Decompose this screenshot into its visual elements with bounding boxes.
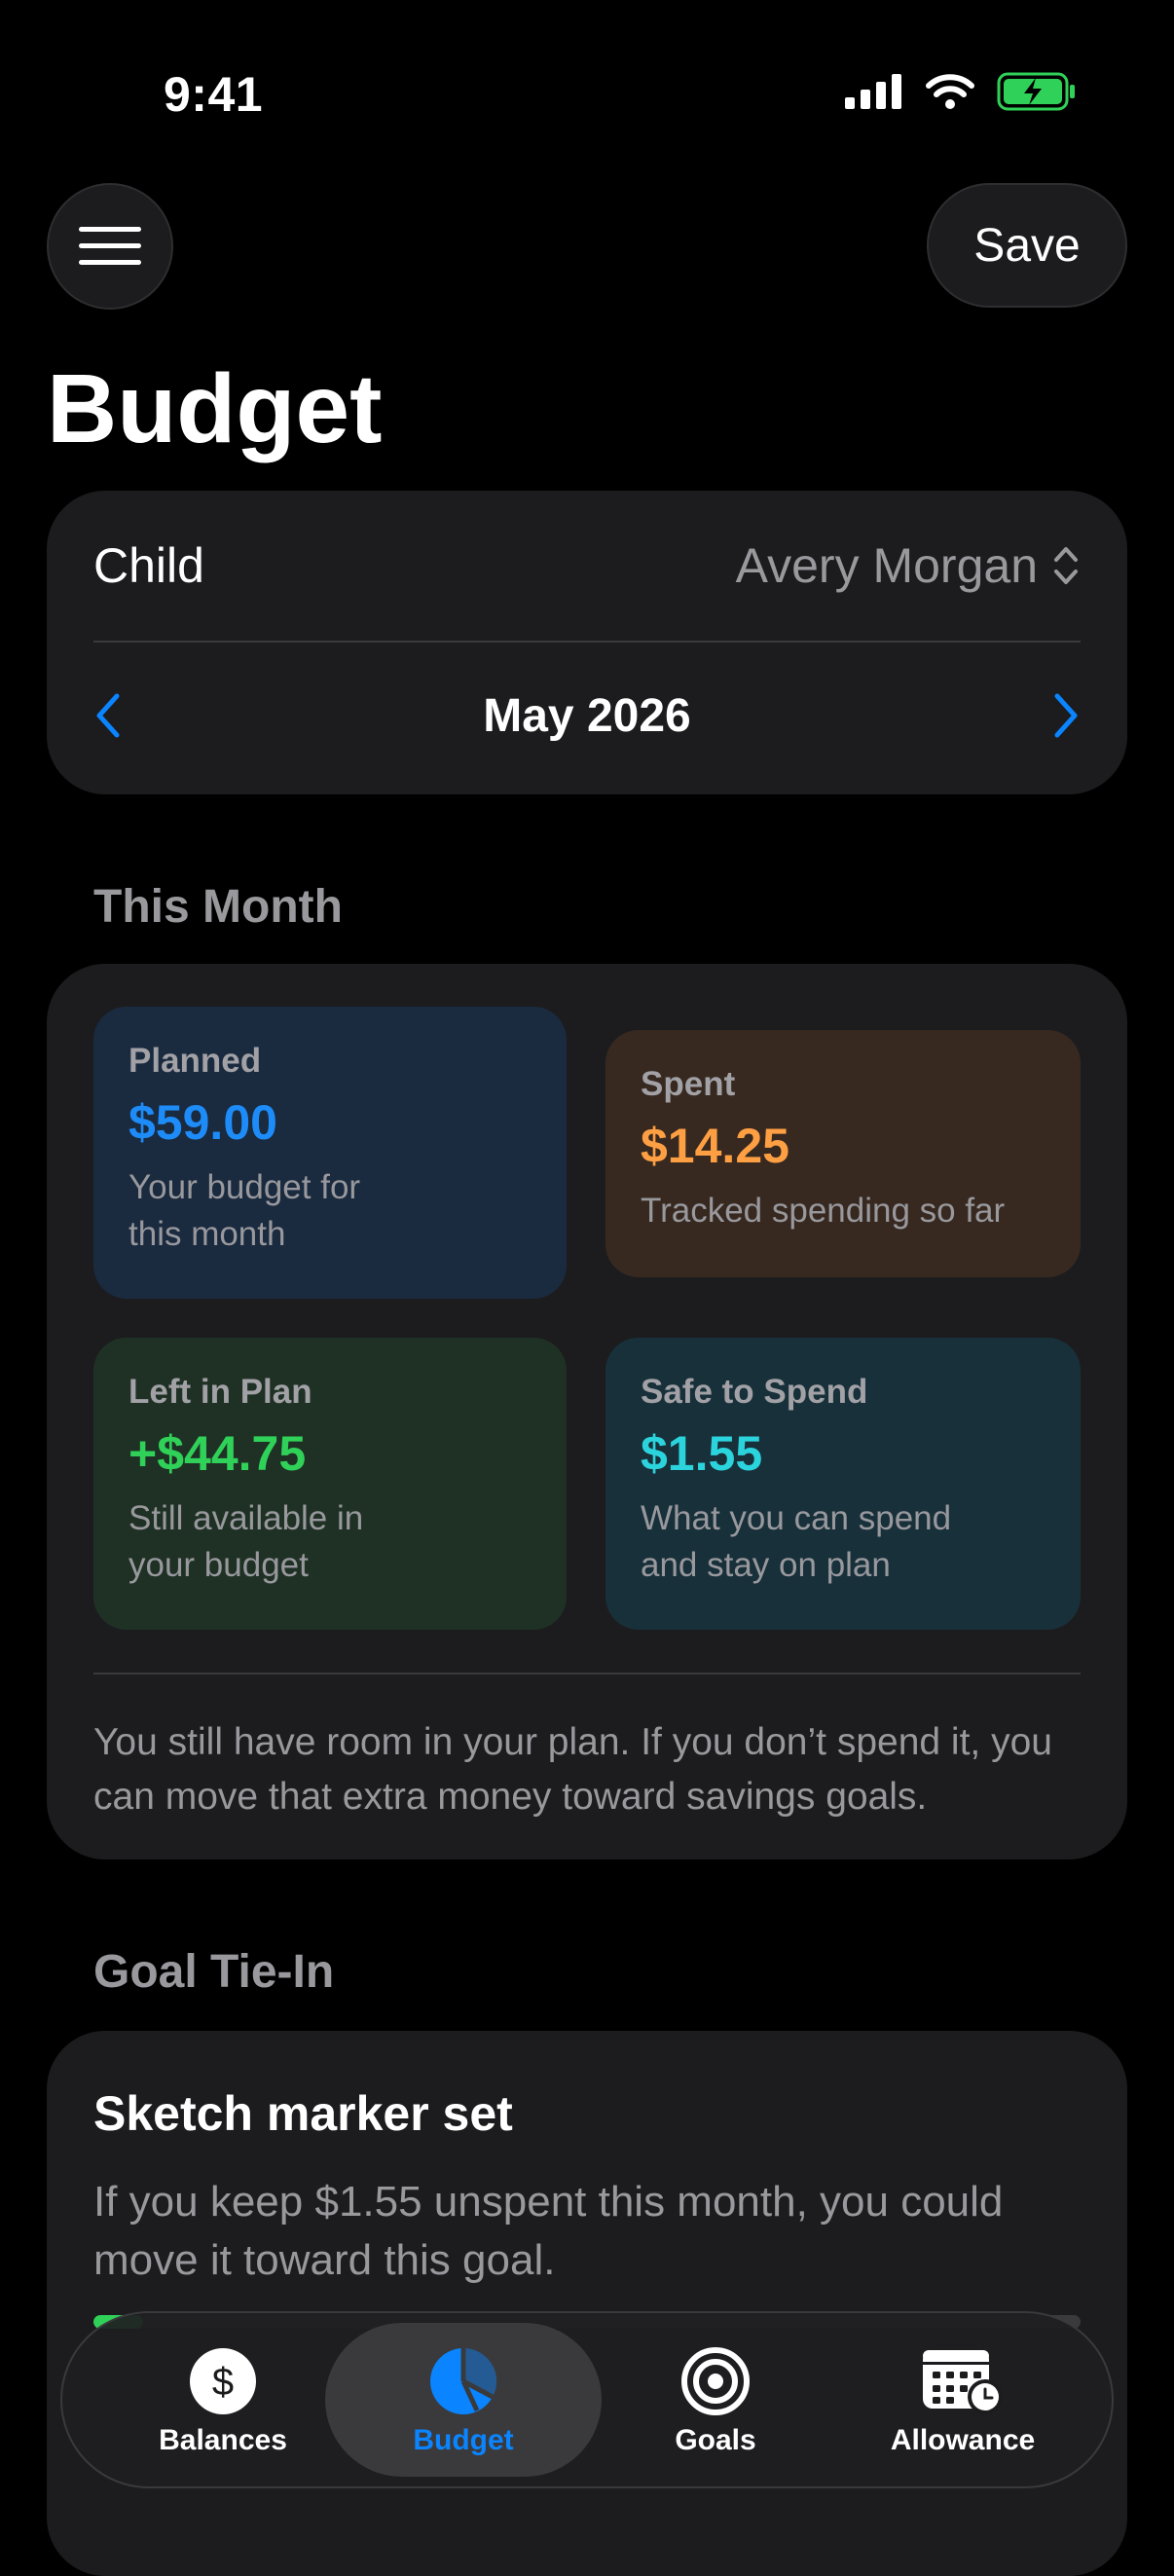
target-icon <box>681 2347 750 2415</box>
spent-value: $14.25 <box>641 1119 789 1173</box>
spent-tile: Spent $14.25 Tracked spending so far <box>605 1030 1081 1277</box>
safe-to-spend-desc: What you can spend and stay on plan <box>641 1499 952 1584</box>
goal-description: If you keep $1.55 unspent this month, yo… <box>93 2178 1004 2284</box>
section-title-goal-tie-in: Goal Tie-In <box>93 1946 335 1998</box>
tab-balances[interactable]: $ Balances <box>92 2323 354 2477</box>
status-time: 9:41 <box>164 67 264 122</box>
planned-label: Planned <box>128 1042 262 1080</box>
dollar-circle-icon: $ <box>190 2348 256 2414</box>
spent-desc: Tracked spending so far <box>641 1192 1006 1230</box>
section-title-this-month: This Month <box>93 881 343 933</box>
left-in-plan-value: +$44.75 <box>128 1426 307 1481</box>
month-label: May 2026 <box>483 690 691 742</box>
safe-to-spend-tile: Safe to Spend $1.55 What you can spend a… <box>605 1338 1081 1630</box>
tab-bar: $ Balances Budget Goals Allowance <box>60 2311 1114 2488</box>
tab-label: Goals <box>675 2424 756 2456</box>
child-picker-value: Avery Morgan <box>735 538 1038 593</box>
chevron-up-down-icon <box>1054 547 1078 584</box>
tab-budget[interactable]: Budget <box>325 2323 602 2477</box>
child-picker[interactable]: Avery Morgan <box>736 537 1081 594</box>
left-in-plan-desc: Still available in your budget <box>128 1499 364 1584</box>
safe-to-spend-value: $1.55 <box>641 1426 763 1481</box>
child-month-selector-card: Child Avery Morgan May 2026 <box>47 491 1127 794</box>
tab-allowance[interactable]: Allowance <box>831 2323 1094 2477</box>
tab-label: Allowance <box>890 2424 1036 2456</box>
divider <box>93 641 1081 643</box>
svg-text:$: $ <box>212 2361 234 2404</box>
save-button[interactable]: Save <box>927 183 1127 308</box>
hamburger-menu-icon <box>79 227 141 265</box>
cellular-signal-icon <box>845 74 901 109</box>
page-title: Budget <box>47 354 383 463</box>
planned-tile: Planned $59.00 Your budget for this mont… <box>93 1007 567 1299</box>
this-month-note: You still have room in your plan. If you… <box>93 1721 1052 1818</box>
goal-card[interactable]: Sketch marker set If you keep $1.55 unsp… <box>47 2031 1127 2576</box>
chevron-right-icon <box>1054 693 1078 738</box>
battery-charging-icon <box>997 72 1075 111</box>
status-icons <box>845 72 1077 111</box>
safe-to-spend-label: Safe to Spend <box>641 1373 868 1411</box>
previous-month-button[interactable] <box>93 691 123 745</box>
left-in-plan-label: Left in Plan <box>128 1373 312 1411</box>
child-label: Child <box>93 538 204 593</box>
menu-button[interactable] <box>47 183 173 310</box>
chevron-left-icon <box>96 693 120 738</box>
wifi-icon <box>926 74 974 109</box>
divider <box>93 1673 1081 1674</box>
goal-title: Sketch marker set <box>93 2086 513 2141</box>
calendar-clock-icon <box>923 2350 1003 2414</box>
tab-label: Balances <box>159 2424 287 2456</box>
planned-desc: Your budget for this month <box>128 1168 361 1253</box>
tab-label: Budget <box>413 2424 514 2456</box>
pie-chart-icon <box>430 2348 496 2414</box>
this-month-card: Planned $59.00 Your budget for this mont… <box>47 964 1127 1859</box>
next-month-button[interactable] <box>1051 691 1081 745</box>
spent-label: Spent <box>641 1065 736 1103</box>
left-in-plan-tile: Left in Plan +$44.75 Still available in … <box>93 1338 567 1630</box>
planned-value: $59.00 <box>128 1095 277 1150</box>
tab-goals[interactable]: Goals <box>584 2323 847 2477</box>
